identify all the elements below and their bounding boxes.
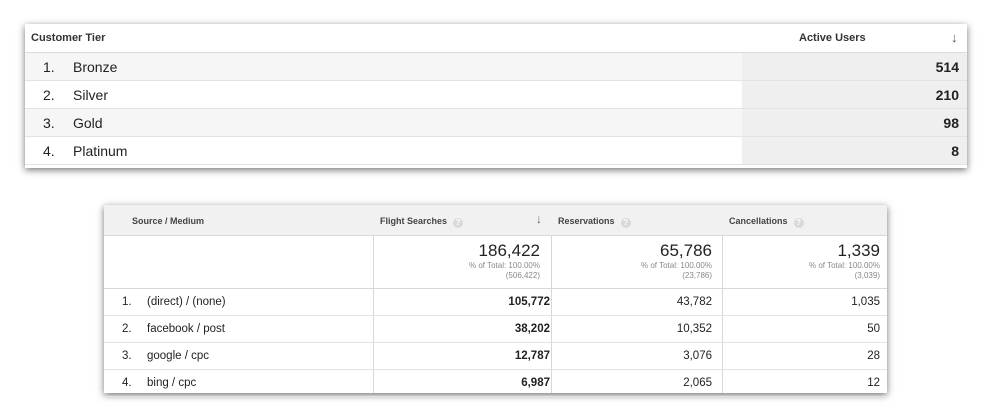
total-absolute: (23,786) — [682, 271, 712, 280]
sort-descending-icon[interactable]: ↓ — [536, 212, 542, 226]
cancellations-value: 28 — [867, 350, 880, 362]
cancellations-value: 1,035 — [851, 296, 880, 308]
total-value: 186,422 — [478, 241, 540, 260]
table-row: 1. (direct) / (none) 105,772 43,782 1,03… — [104, 289, 887, 316]
row-index: 2. — [122, 323, 132, 335]
reservations-value: 10,352 — [676, 323, 712, 335]
active-users-value: 210 — [935, 87, 959, 103]
table-row: 3. google / cpc 12,787 3,076 28 — [104, 343, 887, 370]
cancellations-value: 50 — [867, 323, 880, 335]
help-icon[interactable]: ? — [620, 218, 631, 228]
table-row: 2. Silver 210 — [25, 81, 967, 109]
row-label[interactable]: Platinum — [73, 143, 127, 159]
column-label: Flight Searches — [380, 216, 448, 226]
reservations-value: 2,065 — [683, 377, 712, 389]
row-label[interactable]: facebook / post — [147, 323, 225, 335]
active-users-value: 514 — [935, 59, 959, 75]
cancellations-value: 12 — [867, 377, 880, 389]
flight-searches-value: 6,987 — [521, 377, 550, 389]
row-index: 4. — [43, 143, 55, 159]
column-header-cancellations[interactable]: Cancellations? — [729, 216, 804, 228]
table-row: 1. Bronze 514 — [25, 53, 967, 81]
row-label[interactable]: bing / cpc — [147, 377, 196, 389]
total-absolute: (506,422) — [505, 271, 540, 280]
row-index: 4. — [122, 377, 132, 389]
table-header: Customer Tier Active Users ↓ — [25, 24, 967, 53]
total-percent: % of Total: 100.00% — [808, 261, 880, 270]
row-label[interactable]: Silver — [73, 87, 108, 103]
column-header-active-users[interactable]: Active Users — [799, 32, 866, 44]
column-header-flight-searches[interactable]: Flight Searches? — [380, 216, 464, 228]
row-index: 3. — [122, 350, 132, 362]
source-medium-table: Source / Medium Flight Searches? ↓ Reser… — [104, 205, 887, 397]
row-label[interactable]: (direct) / (none) — [147, 296, 226, 308]
total-reservations: 65,786 % of Total: 100.00% (23,786) — [551, 241, 712, 281]
total-cancellations: 1,339 % of Total: 100.00% (3,039) — [723, 241, 880, 281]
flight-searches-value: 38,202 — [514, 323, 550, 335]
table-row: 2. facebook / post 38,202 10,352 50 — [104, 316, 887, 343]
total-percent: % of Total: 100.00% — [640, 261, 712, 270]
customer-tier-table: Customer Tier Active Users ↓ 1. Bronze 5… — [25, 24, 967, 168]
table-row: 4. Platinum 8 — [25, 137, 967, 165]
help-icon[interactable]: ? — [793, 218, 804, 228]
row-index: 2. — [43, 87, 55, 103]
total-percent: % of Total: 100.00% — [468, 261, 540, 270]
row-label[interactable]: Gold — [73, 115, 103, 131]
column-header-reservations[interactable]: Reservations? — [558, 216, 631, 228]
table-row: 4. bing / cpc 6,987 2,065 12 — [104, 370, 887, 397]
total-value: 1,339 — [837, 241, 880, 260]
flight-searches-value: 12,787 — [514, 350, 550, 362]
column-header-customer-tier[interactable]: Customer Tier — [31, 32, 105, 44]
active-users-value: 8 — [951, 143, 959, 159]
totals-row: 186,422 % of Total: 100.00% (506,422) 65… — [104, 236, 887, 289]
table-row: 3. Gold 98 — [25, 109, 967, 137]
row-label[interactable]: Bronze — [73, 59, 117, 75]
total-value: 65,786 — [660, 241, 712, 260]
row-label[interactable]: google / cpc — [147, 350, 209, 362]
table-header: Source / Medium Flight Searches? ↓ Reser… — [104, 205, 887, 236]
column-label: Reservations — [558, 216, 615, 226]
reservations-value: 3,076 — [683, 350, 712, 362]
row-index: 1. — [122, 296, 132, 308]
reservations-value: 43,782 — [676, 296, 712, 308]
row-index: 1. — [43, 59, 55, 75]
active-users-value: 98 — [943, 115, 959, 131]
column-header-source-medium[interactable]: Source / Medium — [132, 216, 204, 226]
row-index: 3. — [43, 115, 55, 131]
sort-descending-icon[interactable]: ↓ — [951, 30, 958, 45]
column-label: Cancellations — [729, 216, 788, 226]
total-flight-searches: 186,422 % of Total: 100.00% (506,422) — [374, 241, 540, 281]
flight-searches-value: 105,772 — [508, 296, 550, 308]
total-absolute: (3,039) — [854, 271, 880, 280]
help-icon[interactable]: ? — [453, 218, 464, 228]
